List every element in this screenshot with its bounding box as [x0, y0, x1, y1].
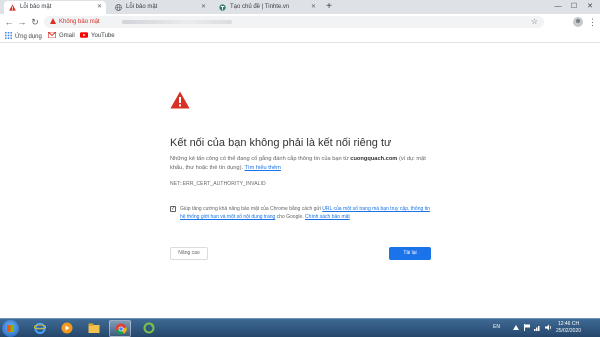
address-bar[interactable]: Không bảo mật ☆ [44, 16, 544, 28]
network-icon[interactable] [534, 324, 541, 331]
close-tab-icon[interactable]: ✕ [311, 1, 316, 14]
tray-expand-icon[interactable] [513, 325, 519, 330]
close-tab-icon[interactable]: ✕ [97, 1, 102, 14]
advanced-button[interactable]: Nâng cao [170, 247, 208, 260]
tab-label: Lỗi bảo mật [20, 4, 52, 10]
close-window-icon[interactable]: ✕ [582, 0, 598, 14]
safe-browsing-checkbox[interactable]: ✓ [170, 206, 176, 212]
new-tab-button[interactable]: + [323, 0, 335, 14]
minimize-icon[interactable]: — [550, 0, 566, 14]
tab-security-error-1[interactable]: Lỗi bảo mật ✕ [4, 1, 106, 14]
refresh-app-icon [143, 322, 155, 334]
folder-icon [88, 323, 100, 333]
tab-tinhte[interactable]: Tạo chủ đề | Tinhte.vn ✕ [214, 1, 320, 14]
error-description: Những kẻ tấn công có thể đang cố gắng đá… [170, 155, 440, 173]
tinhte-icon [219, 4, 226, 11]
description-text: Những kẻ tấn công có thể đang cố gắng đá… [170, 156, 351, 162]
taskbar-ie[interactable] [29, 320, 51, 337]
tab-label: Lỗi bảo mật [126, 4, 158, 10]
internet-explorer-icon [34, 322, 46, 334]
privacy-policy-link[interactable]: Chính sách bảo mật [305, 214, 350, 220]
domain-name: cuongquach.com [350, 156, 398, 162]
taskbar-app[interactable] [138, 320, 160, 337]
start-button-icon[interactable] [2, 320, 19, 337]
forward-arrow-icon[interactable]: → [16, 16, 28, 28]
browser-toolbar: ← → ↻ Không bảo mật ☆ [0, 14, 600, 30]
warning-icon [170, 91, 190, 109]
close-tab-icon[interactable]: ✕ [201, 1, 206, 14]
privacy-error-page: Kết nối của bạn không phải là kết nối ri… [0, 44, 600, 318]
tab-strip: Lỗi bảo mật ✕ Lỗi bảo mật ✕ Tạo chủ đề |… [0, 0, 600, 14]
clock-date: 25/02/2020 [556, 328, 582, 334]
safe-browsing-optin-text: Giúp tăng cường khả năng bảo mật của Chr… [180, 205, 435, 221]
bookmark-star-icon[interactable]: ☆ [531, 16, 538, 28]
bookmark-apps[interactable]: Ứng dụng [5, 32, 42, 41]
windows-taskbar: EN 12:46 CH 25/02/2020 [0, 318, 600, 337]
taskbar-media-player[interactable] [56, 320, 78, 337]
reload-icon[interactable]: ↻ [29, 16, 41, 28]
bookmark-label: Gmail [59, 33, 75, 39]
gmail-icon [48, 32, 56, 38]
tab-label: Tạo chủ đề | Tinhte.vn [230, 4, 290, 10]
media-player-icon [61, 322, 73, 334]
chrome-icon [115, 323, 127, 335]
language-indicator[interactable]: EN [493, 324, 500, 331]
url-text-redacted [122, 20, 232, 24]
bookmark-youtube[interactable]: YouTube [80, 32, 115, 40]
clock[interactable]: 12:46 CH 25/02/2020 [556, 321, 581, 335]
tab-security-error-2[interactable]: Lỗi bảo mật ✕ [110, 1, 210, 14]
maximize-icon[interactable]: ☐ [566, 0, 582, 14]
optin-text: Giúp tăng cường khả năng bảo mật của Chr… [180, 206, 323, 212]
youtube-icon [80, 32, 88, 38]
menu-kebab-icon[interactable]: ⋮ [588, 15, 597, 29]
learn-more-link[interactable]: Tìm hiểu thêm [245, 165, 281, 171]
back-arrow-icon[interactable]: ← [3, 16, 15, 28]
not-secure-label: Không bảo mật [59, 19, 100, 25]
warning-icon [9, 4, 16, 11]
clock-time: 12:46 CH [557, 321, 580, 327]
error-code: NET::ERR_CERT_AUTHORITY_INVALID [170, 181, 266, 187]
error-headline: Kết nối của bạn không phải là kết nối ri… [170, 137, 392, 149]
bookmark-label: YouTube [91, 33, 115, 39]
taskbar-chrome[interactable] [109, 320, 131, 337]
bookmarks-bar: Ứng dụng Gmail YouTube [0, 30, 600, 43]
globe-icon [115, 4, 122, 11]
taskbar-explorer[interactable] [83, 320, 105, 337]
reload-button[interactable]: Tải lại [389, 247, 431, 260]
bookmark-gmail[interactable]: Gmail [48, 32, 75, 40]
apps-grid-icon [5, 32, 12, 39]
volume-icon[interactable] [545, 324, 552, 331]
warning-icon [50, 18, 56, 24]
optin-text-2: cho Google. [275, 214, 306, 220]
tray-flag-icon[interactable] [524, 324, 530, 331]
profile-avatar-icon[interactable] [573, 17, 583, 27]
bookmark-label: Ứng dụng [15, 34, 42, 40]
not-secure-chip[interactable]: Không bảo mật [50, 18, 100, 26]
